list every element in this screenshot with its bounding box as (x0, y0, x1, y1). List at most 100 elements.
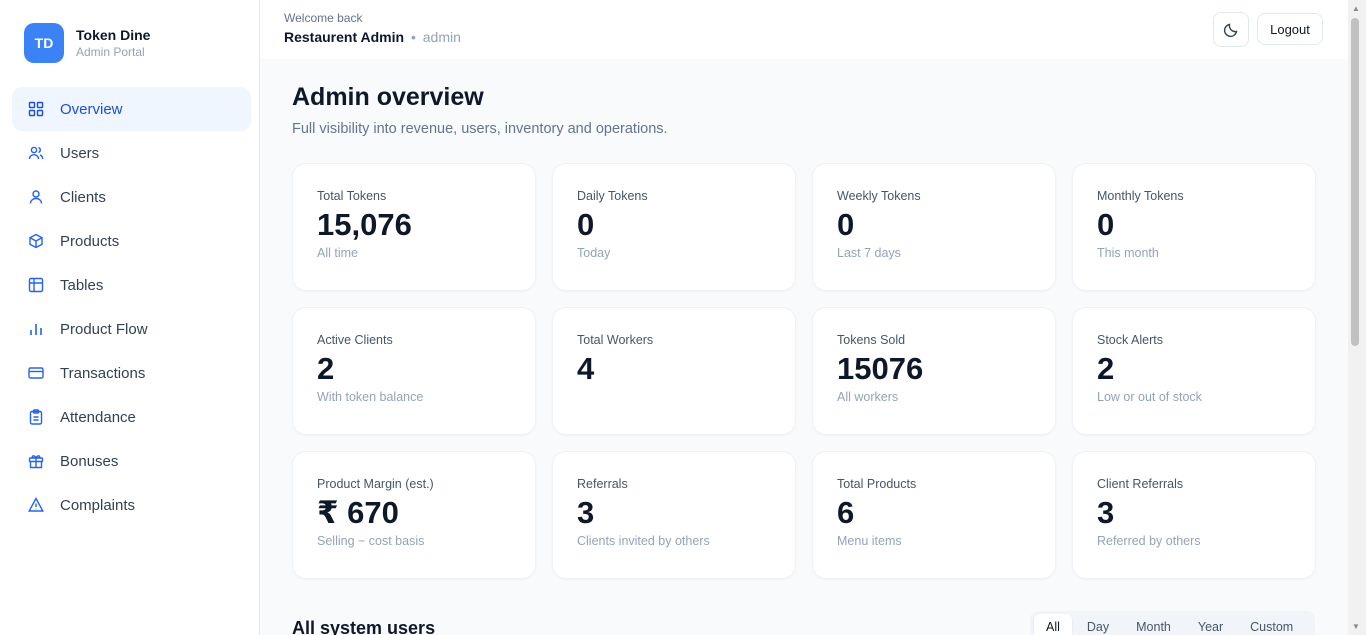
stat-value: 15076 (837, 351, 924, 386)
stat-value: 0 (1097, 207, 1115, 242)
stat-card-total-tokens: Total Tokens 15,076 All time (292, 163, 536, 291)
sidebar-item-label: Bonuses (60, 452, 119, 470)
brand[interactable]: TD Token Dine Admin Portal (24, 23, 150, 63)
stat-label: Monthly Tokens (1097, 189, 1184, 203)
bar-chart-icon (30, 324, 42, 335)
sidebar-item-label: Attendance (60, 408, 136, 426)
stat-card-tokens-sold: Tokens Sold 15076 All workers (812, 307, 1056, 435)
stat-card-monthly-tokens: Monthly Tokens 0 This month (1072, 163, 1316, 291)
stat-card-stock-alerts: Stock Alerts 2 Low or out of stock (1072, 307, 1316, 435)
scrollbar-thumb[interactable] (1351, 18, 1359, 346)
stat-hint: Last 7 days (837, 246, 901, 260)
stat-hint: Referred by others (1097, 534, 1201, 548)
scroll-up-icon[interactable]: ▲ (1351, 4, 1361, 14)
user-info: Restaurent Admin • admin (284, 29, 461, 45)
stat-value: ₹ 670 (317, 495, 399, 530)
filter-all[interactable]: All (1034, 614, 1072, 635)
main-content: Admin overview Full visibility into reve… (260, 59, 1348, 635)
filter-year[interactable]: Year (1186, 614, 1235, 635)
moon-icon (1223, 23, 1238, 37)
stat-value: 3 (1097, 495, 1115, 530)
stat-card-active-clients: Active Clients 2 With token balance (292, 307, 536, 435)
sidebar-item-transactions[interactable]: Transactions (12, 351, 251, 395)
section-title-users: All system users (292, 618, 436, 635)
sidebar-item-label: Overview (60, 100, 123, 118)
sidebar-item-tables[interactable]: Tables (12, 263, 251, 307)
stat-label: Daily Tokens (577, 189, 648, 203)
filter-custom[interactable]: Custom (1238, 614, 1305, 635)
sidebar-item-label: Clients (60, 188, 106, 206)
sidebar-item-label: Tables (60, 276, 104, 294)
sidebar-item-product-flow[interactable]: Product Flow (12, 307, 251, 351)
sidebar-item-label: Product Flow (60, 320, 148, 338)
sidebar-item-label: Users (60, 144, 100, 162)
page-subtitle: Full visibility into revenue, users, inv… (292, 121, 668, 137)
theme-toggle-button[interactable] (1213, 12, 1249, 47)
stat-hint: Today (577, 246, 611, 260)
stat-label: Active Clients (317, 333, 393, 347)
sidebar-item-label: Transactions (60, 364, 146, 382)
sidebar-item-clients[interactable]: Clients (12, 175, 251, 219)
stat-label: Client Referrals (1097, 477, 1184, 491)
stat-card-total-products: Total Products 6 Menu items (812, 451, 1056, 579)
stat-card-product-margin: Product Margin (est.) ₹ 670 Selling − co… (292, 451, 536, 579)
stat-label: Tokens Sold (837, 333, 906, 347)
stat-hint: Clients invited by others (577, 534, 710, 548)
stat-hint: With token balance (317, 390, 424, 404)
stat-hint: Menu items (837, 534, 902, 548)
page-title: Admin overview (292, 83, 484, 111)
sidebar-item-complaints[interactable]: Complaints (12, 483, 251, 527)
stat-value: 0 (577, 207, 595, 242)
clipboard-icon (29, 409, 43, 425)
stat-card-weekly-tokens: Weekly Tokens 0 Last 7 days (812, 163, 1056, 291)
stat-card-daily-tokens: Daily Tokens 0 Today (552, 163, 796, 291)
period-filter: All Day Month Year Custom (1030, 611, 1315, 635)
stats-grid: Total Tokens 15,076 All time Daily Token… (292, 163, 1316, 579)
brand-name: Token Dine (76, 27, 151, 43)
credit-card-icon (28, 367, 44, 379)
stat-label: Product Margin (est.) (317, 477, 434, 491)
stat-label: Total Tokens (317, 189, 387, 203)
stat-hint: This month (1097, 246, 1159, 260)
user-icon (29, 190, 43, 204)
stat-value: 6 (837, 495, 855, 530)
stat-label: Referrals (577, 477, 628, 491)
stat-hint: Selling − cost basis (317, 534, 425, 548)
sidebar-item-users[interactable]: Users (12, 131, 251, 175)
stat-value: 3 (577, 495, 595, 530)
alert-triangle-icon (28, 497, 44, 512)
sidebar-item-label: Complaints (60, 496, 136, 514)
stat-hint: Low or out of stock (1097, 390, 1202, 404)
filter-month[interactable]: Month (1124, 614, 1183, 635)
stat-hint: All workers (837, 390, 899, 404)
brand-subtitle: Admin Portal (76, 45, 145, 59)
stat-value: 0 (837, 207, 855, 242)
logout-button[interactable]: Logout (1257, 13, 1323, 45)
filter-day[interactable]: Day (1075, 614, 1121, 635)
sidebar-item-products[interactable]: Products (12, 219, 251, 263)
sidebar-nav: Overview Users Clients Products Tables P… (12, 87, 251, 527)
stat-value: 15,076 (317, 207, 412, 242)
stat-hint: All time (317, 246, 358, 260)
scroll-down-icon[interactable]: ▼ (1351, 622, 1361, 632)
stat-value: 2 (317, 351, 335, 386)
stat-card-client-referrals: Client Referrals 3 Referred by others (1072, 451, 1316, 579)
sidebar: TD Token Dine Admin Portal Overview User… (0, 0, 260, 635)
stat-label: Weekly Tokens (837, 189, 921, 203)
stat-card-total-workers: Total Workers 4 (552, 307, 796, 435)
table-icon (28, 277, 44, 293)
gift-icon (28, 455, 44, 469)
sidebar-item-attendance[interactable]: Attendance (12, 395, 251, 439)
sidebar-item-bonuses[interactable]: Bonuses (12, 439, 251, 483)
sidebar-item-label: Products (60, 232, 120, 250)
stat-value: 4 (577, 351, 595, 386)
separator-dot: • (410, 29, 416, 45)
users-icon (28, 146, 44, 160)
stat-label: Stock Alerts (1097, 333, 1163, 347)
grid-icon (28, 101, 44, 117)
user-role: admin (422, 29, 461, 45)
sidebar-item-overview[interactable]: Overview (12, 87, 251, 131)
user-name: Restaurent Admin (284, 29, 405, 45)
brand-logo: TD (24, 23, 64, 63)
welcome-text: Welcome back (284, 11, 363, 25)
